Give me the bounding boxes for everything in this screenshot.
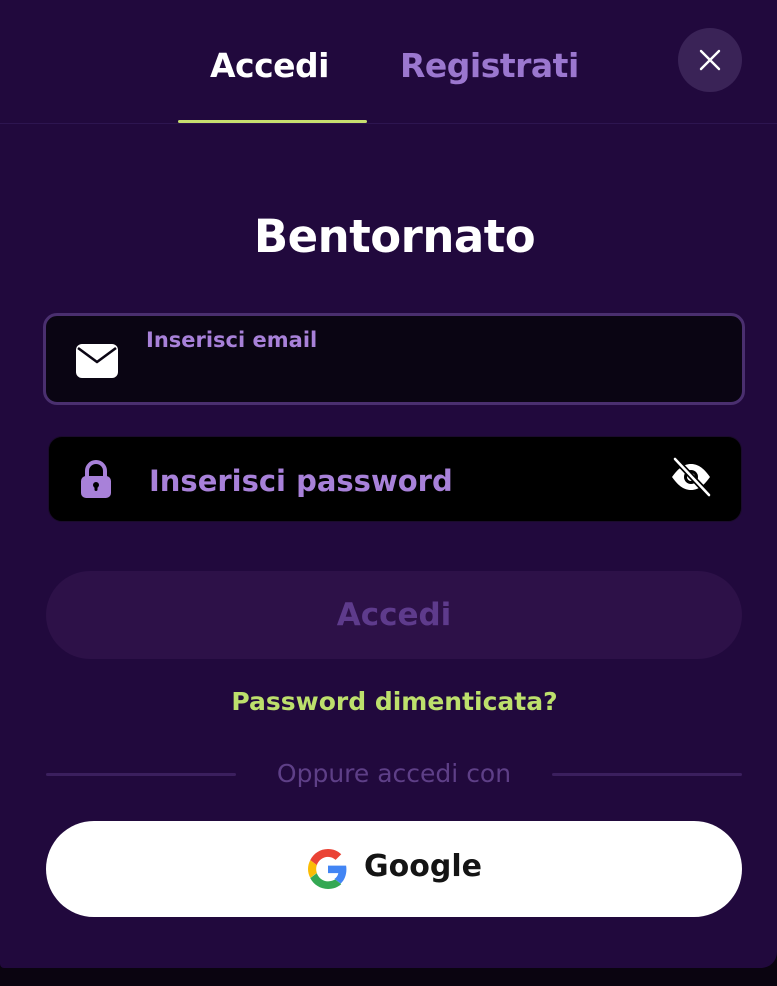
tab-register[interactable]: Registrati bbox=[400, 46, 579, 85]
active-tab-indicator bbox=[178, 120, 367, 123]
google-login-button[interactable]: Google bbox=[46, 821, 742, 917]
close-button[interactable] bbox=[678, 28, 742, 92]
login-submit-button[interactable]: Accedi bbox=[46, 571, 742, 659]
google-icon bbox=[308, 849, 347, 889]
auth-tabs: Accedi Registrati bbox=[0, 0, 777, 124]
email-label: Inserisci email bbox=[146, 328, 318, 352]
envelope-icon bbox=[76, 344, 118, 378]
email-field[interactable]: Inserisci email bbox=[43, 313, 745, 405]
email-input[interactable] bbox=[144, 352, 718, 394]
password-input[interactable] bbox=[147, 459, 721, 503]
eye-off-icon[interactable] bbox=[669, 455, 713, 499]
password-field[interactable] bbox=[48, 436, 742, 522]
lock-icon bbox=[81, 460, 111, 498]
login-modal: Accedi Registrati Bentornato Inserisci e… bbox=[0, 0, 777, 968]
page-title: Bentornato bbox=[253, 210, 536, 263]
divider-right bbox=[552, 773, 742, 776]
google-login-label: Google bbox=[364, 849, 482, 884]
close-icon bbox=[699, 49, 721, 71]
tab-login[interactable]: Accedi bbox=[210, 46, 329, 85]
forgot-password-link[interactable]: Password dimenticata? bbox=[0, 687, 777, 716]
